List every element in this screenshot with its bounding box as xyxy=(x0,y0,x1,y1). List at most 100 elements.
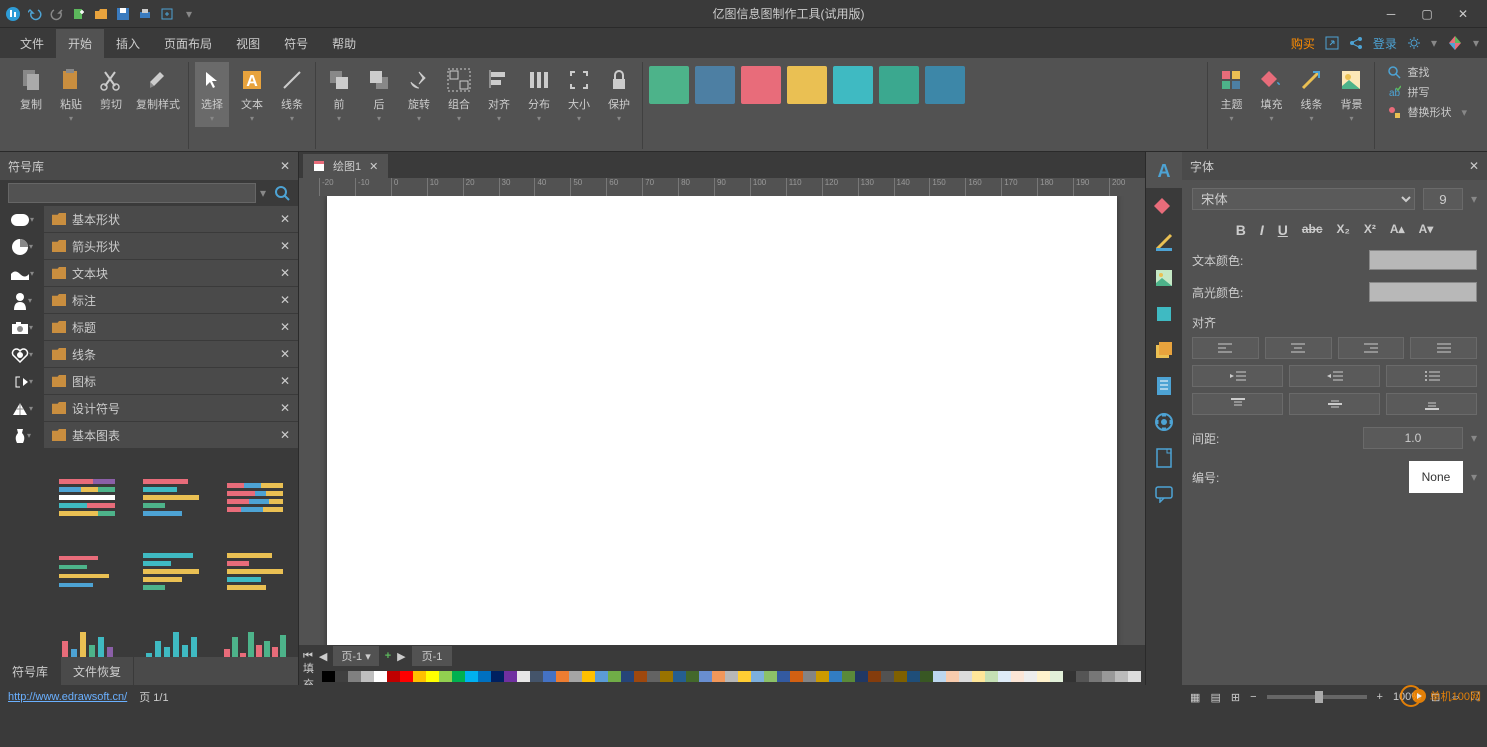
theme-swatch[interactable] xyxy=(741,66,781,104)
canvas[interactable] xyxy=(317,196,1145,645)
rp-tab-fill[interactable] xyxy=(1146,188,1182,224)
font-grow-button[interactable]: A▴ xyxy=(1390,222,1405,238)
spell-button[interactable]: ab拼写 xyxy=(1387,84,1467,100)
align-center-button[interactable] xyxy=(1265,337,1332,359)
protect-button[interactable]: 保护▾ xyxy=(602,62,636,127)
fill-swatch[interactable] xyxy=(387,671,400,682)
line-style-button[interactable]: 线条▾ xyxy=(1294,62,1328,127)
redo-icon[interactable] xyxy=(48,5,66,23)
fill-swatch[interactable] xyxy=(634,671,647,682)
align-right-button[interactable] xyxy=(1338,337,1405,359)
rotate-button[interactable]: 旋转▾ xyxy=(402,62,436,127)
symlib-item[interactable]: 线条✕ xyxy=(44,341,298,368)
menu-layout[interactable]: 页面布局 xyxy=(152,29,224,58)
rp-tab-comment[interactable] xyxy=(1146,476,1182,512)
fill-button[interactable]: 填充▾ xyxy=(1254,62,1288,127)
login-link[interactable]: 登录 xyxy=(1373,35,1397,52)
symlib-item-close-icon[interactable]: ✕ xyxy=(280,293,290,307)
font-family-select[interactable]: 宋体 xyxy=(1192,188,1415,210)
theme-button[interactable]: 主题▾ xyxy=(1214,62,1248,127)
zoom-slider[interactable] xyxy=(1267,695,1367,699)
page-nav-next-icon[interactable]: ▶ xyxy=(397,650,405,663)
symlib-item-close-icon[interactable]: ✕ xyxy=(280,212,290,226)
fill-swatch[interactable] xyxy=(1063,671,1076,682)
symlib-search-dropdown[interactable]: ▾ xyxy=(256,186,270,200)
bold-button[interactable]: B xyxy=(1236,222,1246,238)
menu-start[interactable]: 开始 xyxy=(56,29,104,58)
search-icon[interactable] xyxy=(270,185,294,201)
open-icon[interactable] xyxy=(92,5,110,23)
cat-vase-icon[interactable]: ▾ xyxy=(0,422,44,449)
symlib-tab-recovery[interactable]: 文件恢复 xyxy=(61,657,134,685)
fill-swatch[interactable] xyxy=(699,671,712,682)
align-left-button[interactable] xyxy=(1192,337,1259,359)
symlib-item-close-icon[interactable]: ✕ xyxy=(280,347,290,361)
new-icon[interactable] xyxy=(70,5,88,23)
font-size-dropdown[interactable]: ▾ xyxy=(1471,192,1477,206)
fill-swatch[interactable] xyxy=(946,671,959,682)
symlib-item-close-icon[interactable]: ✕ xyxy=(280,266,290,280)
select-tool-button[interactable]: 选择▾ xyxy=(195,62,229,127)
fill-swatch[interactable] xyxy=(725,671,738,682)
fill-swatch[interactable] xyxy=(1024,671,1037,682)
fill-swatch[interactable] xyxy=(907,671,920,682)
symlib-item-close-icon[interactable]: ✕ xyxy=(280,374,290,388)
send-back-button[interactable]: 后▾ xyxy=(362,62,396,127)
cut-button[interactable]: 剪切 xyxy=(94,62,128,116)
settings-icon[interactable] xyxy=(1407,36,1421,50)
fill-swatch[interactable] xyxy=(959,671,972,682)
subscript-button[interactable]: X₂ xyxy=(1337,222,1350,238)
fill-swatch[interactable] xyxy=(413,671,426,682)
background-button[interactable]: 背景▾ xyxy=(1334,62,1368,127)
spacing-value[interactable]: 1.0 xyxy=(1363,427,1463,449)
numbering-dropdown[interactable]: ▾ xyxy=(1471,470,1477,484)
shape-thumb[interactable] xyxy=(222,469,288,525)
fill-swatch[interactable] xyxy=(712,671,725,682)
theme-swatch[interactable] xyxy=(649,66,689,104)
fill-swatch[interactable] xyxy=(790,671,803,682)
theme-swatch[interactable] xyxy=(695,66,735,104)
zoom-out-icon[interactable]: − xyxy=(1250,691,1256,703)
symlib-item[interactable]: 箭头形状✕ xyxy=(44,233,298,260)
symlib-tab-library[interactable]: 符号库 xyxy=(0,657,61,685)
qat-dropdown-icon[interactable]: ▾ xyxy=(180,5,198,23)
fill-swatch[interactable] xyxy=(426,671,439,682)
export-icon[interactable] xyxy=(158,5,176,23)
network-icon[interactable] xyxy=(1349,36,1363,50)
indent-increase-button[interactable] xyxy=(1289,365,1380,387)
fill-swatch[interactable] xyxy=(1089,671,1102,682)
fill-swatch[interactable] xyxy=(491,671,504,682)
document-tab[interactable]: 绘图1 ✕ xyxy=(303,154,388,178)
fill-swatch[interactable] xyxy=(1037,671,1050,682)
fill-swatch[interactable] xyxy=(621,671,634,682)
fill-swatch[interactable] xyxy=(686,671,699,682)
highlight-color-picker[interactable] xyxy=(1369,282,1477,302)
fill-swatch[interactable] xyxy=(556,671,569,682)
fill-swatch[interactable] xyxy=(374,671,387,682)
rp-tab-line[interactable] xyxy=(1146,224,1182,260)
cat-pie-icon[interactable]: ▾ xyxy=(0,233,44,260)
add-page-icon[interactable]: + xyxy=(385,650,391,662)
menu-help[interactable]: 帮助 xyxy=(320,29,368,58)
fill-swatch[interactable] xyxy=(647,671,660,682)
undo-icon[interactable] xyxy=(26,5,44,23)
symlib-item[interactable]: 标题✕ xyxy=(44,314,298,341)
symlib-item-close-icon[interactable]: ✕ xyxy=(280,320,290,334)
fill-swatch[interactable] xyxy=(478,671,491,682)
fill-swatch[interactable] xyxy=(465,671,478,682)
rp-tab-note[interactable] xyxy=(1146,440,1182,476)
text-color-picker[interactable] xyxy=(1369,250,1477,270)
cat-camera-icon[interactable]: ▾ xyxy=(0,314,44,341)
fill-swatch[interactable] xyxy=(985,671,998,682)
status-url[interactable]: http://www.edrawsoft.cn/ xyxy=(8,691,127,703)
superscript-button[interactable]: X² xyxy=(1364,222,1376,238)
distribute-button[interactable]: 分布▾ xyxy=(522,62,556,127)
fill-swatch[interactable] xyxy=(1102,671,1115,682)
share-icon[interactable] xyxy=(1325,36,1339,50)
menu-file[interactable]: 文件 xyxy=(8,29,56,58)
valign-bottom-button[interactable] xyxy=(1386,393,1477,415)
size-button[interactable]: 大小▾ xyxy=(562,62,596,127)
zoom-in-icon[interactable]: + xyxy=(1377,691,1383,703)
rp-close-icon[interactable]: ✕ xyxy=(1469,159,1479,173)
theme-swatch[interactable] xyxy=(787,66,827,104)
